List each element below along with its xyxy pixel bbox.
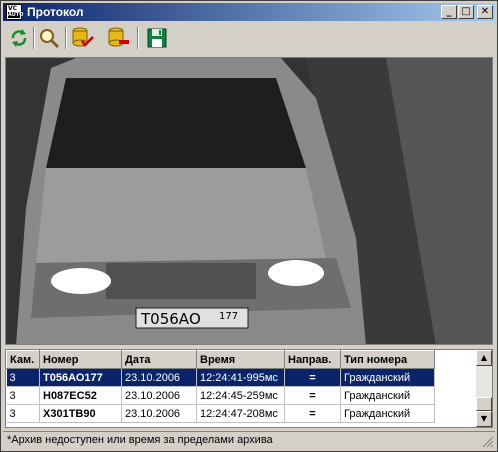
cell-plate-type: Гражданский — [340, 368, 435, 387]
scroll-down-arrow[interactable]: ▼ — [476, 411, 492, 427]
scroll-up-arrow[interactable]: ▲ — [476, 350, 492, 366]
minimize-button[interactable]: _ — [441, 5, 457, 19]
archive-check-button[interactable] — [71, 26, 95, 50]
refresh-icon — [11, 29, 27, 47]
toolbar — [3, 23, 495, 55]
camera-snapshot: Т056АО 177 — [5, 57, 493, 345]
resize-grip-icon[interactable] — [482, 436, 494, 448]
table-row[interactable]: 3 Х301ТВ90 23.10.2006 12:24:47-208мс = Г… — [6, 404, 435, 423]
col-date[interactable]: Дата — [121, 350, 197, 369]
col-time[interactable]: Время — [196, 350, 285, 369]
cell-plate-type: Гражданский — [340, 386, 435, 405]
maximize-button[interactable]: □ — [458, 5, 474, 19]
vertical-scrollbar[interactable]: ▲ ▼ — [476, 350, 492, 427]
app-icon: VC AUTO — [6, 4, 24, 20]
protocol-window: VC AUTO Протокол _ □ ✕ Т056АО 177 Кам. Н… — [0, 0, 498, 452]
table-row[interactable]: 3 Т056АО177 23.10.2006 12:24:41-995мс = … — [6, 368, 435, 387]
cell-date: 23.10.2006 — [121, 404, 197, 423]
toolbar-separator — [137, 27, 139, 49]
cell-time: 12:24:47-208мс — [196, 404, 285, 423]
svg-text:Т056АО: Т056АО — [140, 310, 201, 328]
cell-number: Х301ТВ90 — [39, 404, 122, 423]
magnifier-icon — [40, 29, 60, 49]
status-bar: *Архив недоступен или время за пределами… — [3, 431, 495, 449]
save-button[interactable] — [145, 26, 169, 50]
grid-header-row: Кам. Номер Дата Время Направ. Тип номера — [6, 350, 435, 369]
col-camera[interactable]: Кам. — [6, 350, 40, 369]
cell-direction: = — [284, 386, 341, 405]
col-plate-type[interactable]: Тип номера — [340, 350, 435, 369]
cell-direction: = — [284, 368, 341, 387]
cell-camera: 3 — [6, 404, 40, 423]
cell-number: Т056АО177 — [39, 368, 122, 387]
toolbar-separator — [65, 27, 67, 49]
cell-time: 12:24:45-259мс — [196, 386, 285, 405]
window-title: Протокол — [27, 5, 84, 19]
cell-camera: 3 — [6, 368, 40, 387]
save-icon — [147, 28, 167, 48]
search-button[interactable] — [37, 26, 61, 50]
cell-time: 12:24:41-995мс — [196, 368, 285, 387]
cell-date: 23.10.2006 — [121, 386, 197, 405]
toolbar-separator — [33, 27, 35, 49]
database-remove-icon — [108, 27, 129, 47]
scroll-thumb[interactable] — [476, 397, 492, 411]
car-photo: Т056АО 177 — [6, 58, 492, 344]
cell-direction: = — [284, 404, 341, 423]
col-number[interactable]: Номер — [39, 350, 122, 369]
svg-text:177: 177 — [219, 311, 238, 322]
col-direction[interactable]: Направ. — [284, 350, 341, 369]
close-button[interactable]: ✕ — [477, 5, 493, 19]
cell-camera: 3 — [6, 386, 40, 405]
plates-grid[interactable]: Кам. Номер Дата Время Направ. Тип номера… — [5, 349, 493, 428]
plates-table: Кам. Номер Дата Время Направ. Тип номера… — [6, 350, 435, 423]
status-text: *Архив недоступен или время за пределами… — [7, 434, 273, 446]
database-check-icon — [72, 27, 94, 47]
cell-date: 23.10.2006 — [121, 368, 197, 387]
archive-remove-button[interactable] — [107, 26, 131, 50]
refresh-button[interactable] — [7, 26, 31, 50]
table-row[interactable]: 3 Н087ЕС52 23.10.2006 12:24:45-259мс = Г… — [6, 386, 435, 405]
cell-number: Н087ЕС52 — [39, 386, 122, 405]
cell-plate-type: Гражданский — [340, 404, 435, 423]
title-bar[interactable]: VC AUTO Протокол _ □ ✕ — [3, 3, 495, 21]
